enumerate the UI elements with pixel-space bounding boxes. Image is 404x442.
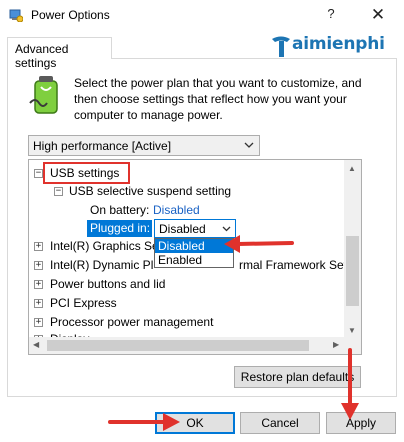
scroll-up-icon[interactable]: ▲	[348, 164, 356, 173]
tab-advanced-settings[interactable]: Advanced settings	[7, 37, 112, 70]
expand-icon[interactable]: +	[34, 261, 43, 270]
scroll-down-icon[interactable]: ▼	[348, 326, 356, 335]
tree-node-power-buttons[interactable]: Power buttons and lid	[50, 277, 165, 291]
horizontal-scrollbar[interactable]: ◀ ▶	[29, 337, 345, 354]
power-plan-dropdown[interactable]: High performance [Active]	[28, 135, 260, 156]
apply-button[interactable]: Apply	[326, 412, 396, 434]
on-battery-value[interactable]: Disabled	[153, 203, 200, 217]
scroll-right-icon[interactable]: ▶	[333, 340, 339, 349]
battery-icon	[29, 76, 58, 114]
plugged-in-dropdown[interactable]: Disabled	[154, 219, 236, 238]
plugged-in-value: Disabled	[159, 222, 206, 236]
expand-icon[interactable]: +	[34, 242, 43, 251]
tree-node-intel-dynamic[interactable]: Intel(R) Dynamic Pl	[50, 258, 153, 272]
vertical-scroll-thumb[interactable]	[346, 236, 359, 306]
tree-node-pci-express[interactable]: PCI Express	[50, 296, 117, 310]
expand-icon[interactable]: +	[34, 299, 43, 308]
ok-button[interactable]: OK	[155, 412, 235, 434]
chevron-down-icon	[244, 142, 254, 148]
collapse-usb-settings-icon[interactable]: −	[34, 169, 43, 178]
expand-icon[interactable]: +	[34, 280, 43, 289]
scrollbar-corner	[344, 337, 361, 354]
window-title: Power Options	[31, 8, 110, 22]
collapse-usb-selective-icon[interactable]: −	[54, 187, 63, 196]
tree-node-processor[interactable]: Processor power management	[50, 315, 213, 329]
logo-t-icon	[272, 36, 290, 57]
power-plan-value: High performance [Active]	[33, 139, 172, 153]
close-button[interactable]: ✕	[367, 4, 389, 26]
option-enabled[interactable]: Enabled	[155, 253, 233, 267]
tab-label: Advanced settings	[15, 42, 69, 70]
option-disabled[interactable]: Disabled	[155, 239, 233, 253]
plugged-in-label: Plugged in:	[87, 220, 152, 237]
tree-node-intel-graphics[interactable]: Intel(R) Graphics Se	[50, 239, 159, 253]
restore-defaults-button[interactable]: Restore plan defaults	[234, 366, 361, 388]
chevron-down-icon	[222, 226, 231, 232]
tree-node-usb-selective[interactable]: USB selective suspend setting	[69, 184, 231, 198]
power-options-icon	[9, 9, 23, 22]
title-bar: Power Options ? ✕	[0, 0, 404, 30]
usb-settings-highlight	[43, 162, 130, 184]
logo-text: aimienphi	[292, 34, 385, 54]
cancel-button[interactable]: Cancel	[240, 412, 320, 434]
expand-icon[interactable]: +	[34, 318, 43, 327]
description-text: Select the power plan that you want to c…	[74, 76, 362, 122]
help-button[interactable]: ?	[322, 6, 340, 24]
horizontal-scroll-thumb[interactable]	[47, 340, 309, 351]
vertical-scrollbar[interactable]: ▲ ▼	[344, 160, 361, 338]
plugged-in-options: Disabled Enabled	[154, 238, 234, 268]
on-battery-label: On battery:	[90, 203, 150, 217]
scroll-left-icon[interactable]: ◀	[33, 340, 39, 349]
